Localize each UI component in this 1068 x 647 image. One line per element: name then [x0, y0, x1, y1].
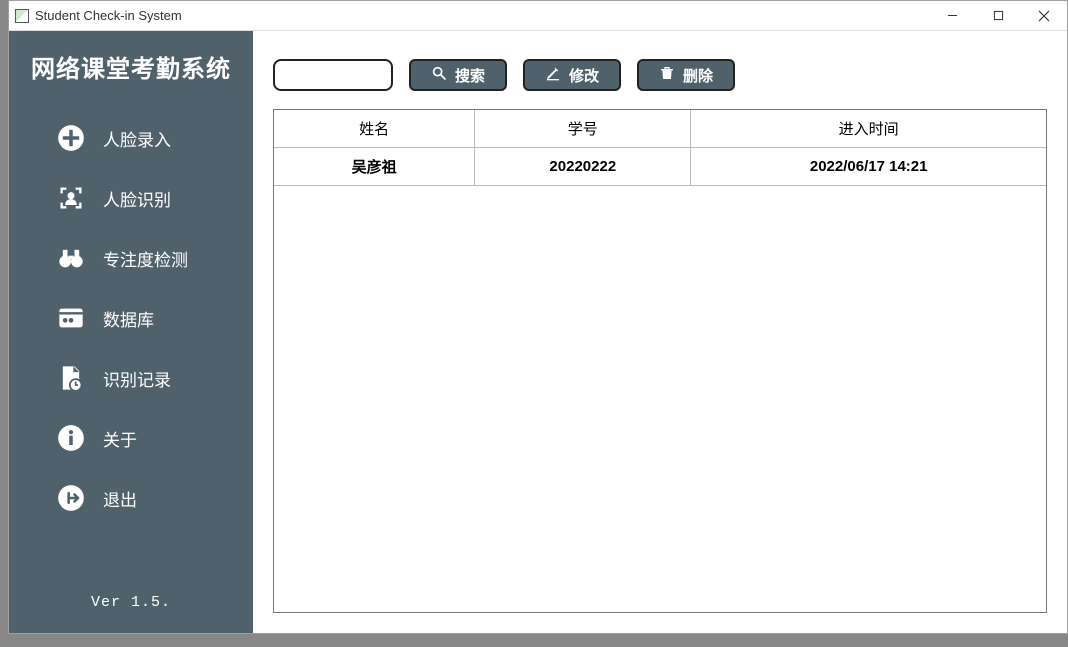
- search-button[interactable]: 搜索: [409, 59, 507, 91]
- button-label: 删除: [683, 65, 713, 86]
- sidebar-item-records[interactable]: 识别记录: [9, 348, 253, 408]
- search-input[interactable]: [273, 59, 393, 91]
- app-window: Student Check-in System 网络课堂考勤系统 人脸录入: [8, 0, 1068, 634]
- edit-button[interactable]: 修改: [523, 59, 621, 91]
- maximize-button[interactable]: [975, 1, 1021, 31]
- app-icon: [15, 9, 29, 23]
- sidebar-item-exit[interactable]: 退出: [9, 468, 253, 528]
- close-button[interactable]: [1021, 1, 1067, 31]
- plus-circle-icon: [57, 124, 85, 152]
- cell-name: 吴彦祖: [274, 148, 475, 186]
- table-header-time: 进入时间: [691, 110, 1046, 148]
- delete-button[interactable]: 删除: [637, 59, 735, 91]
- sidebar-item-label: 退出: [103, 486, 137, 511]
- minimize-button[interactable]: [929, 1, 975, 31]
- titlebar: Student Check-in System: [9, 1, 1067, 31]
- database-users-icon: [57, 304, 85, 332]
- window-title: Student Check-in System: [35, 8, 182, 23]
- sidebar-item-database[interactable]: 数据库: [9, 288, 253, 348]
- binoculars-icon: [57, 244, 85, 272]
- sidebar-item-label: 关于: [103, 426, 137, 451]
- pencil-icon: [545, 65, 561, 85]
- cell-id: 20220222: [475, 148, 691, 186]
- table-header-id: 学号: [475, 110, 691, 148]
- document-clock-icon: [57, 364, 85, 392]
- sidebar-item-label: 数据库: [103, 306, 154, 331]
- version-label: Ver 1.5.: [9, 572, 253, 633]
- main-panel: 搜索 修改 删除: [253, 31, 1067, 633]
- sidebar-item-label: 专注度检测: [103, 246, 188, 271]
- table-header-name: 姓名: [274, 110, 475, 148]
- search-icon: [431, 65, 447, 85]
- sidebar-item-face-recog[interactable]: 人脸识别: [9, 168, 253, 228]
- face-scan-icon: [57, 184, 85, 212]
- sidebar-item-face-enroll[interactable]: 人脸录入: [9, 108, 253, 168]
- toolbar: 搜索 修改 删除: [273, 59, 1047, 91]
- logout-circle-icon: [57, 484, 85, 512]
- sidebar-item-label: 识别记录: [103, 366, 171, 391]
- sidebar-item-label: 人脸识别: [103, 186, 171, 211]
- sidebar-item-label: 人脸录入: [103, 126, 171, 151]
- sidebar-item-attention[interactable]: 专注度检测: [9, 228, 253, 288]
- sidebar: 网络课堂考勤系统 人脸录入 人脸识别 专注度检测: [9, 31, 253, 633]
- system-title: 网络课堂考勤系统: [9, 49, 253, 84]
- sidebar-item-about[interactable]: 关于: [9, 408, 253, 468]
- trash-icon: [659, 65, 675, 85]
- info-circle-icon: [57, 424, 85, 452]
- cell-time: 2022/06/17 14:21: [691, 148, 1046, 186]
- button-label: 搜索: [455, 65, 485, 86]
- records-table: 姓名 学号 进入时间 吴彦祖 20220222 2022/06/17 14:21: [273, 109, 1047, 613]
- table-row[interactable]: 吴彦祖 20220222 2022/06/17 14:21: [274, 148, 1046, 186]
- button-label: 修改: [569, 65, 599, 86]
- table-header-row: 姓名 学号 进入时间: [274, 110, 1046, 148]
